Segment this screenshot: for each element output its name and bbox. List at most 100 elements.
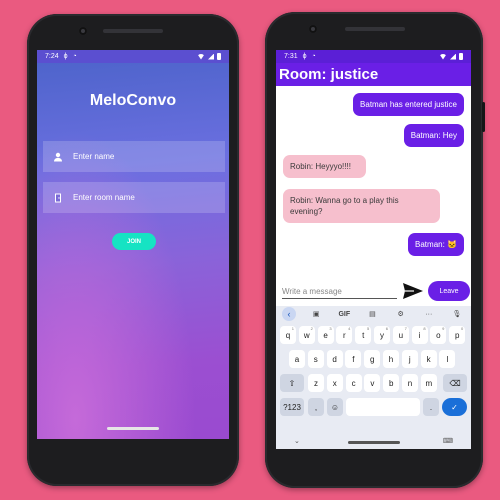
status-bar: 7:24 ϕ ◔ bbox=[37, 50, 229, 63]
notification-icon: ϕ bbox=[63, 53, 68, 60]
key-f[interactable]: f bbox=[345, 350, 362, 368]
key-hint: 5 bbox=[366, 326, 370, 331]
home-indicator[interactable] bbox=[107, 427, 159, 430]
leave-button[interactable]: Leave bbox=[428, 281, 470, 301]
message-bubble-received: Robin: Heyyyo!!!! bbox=[283, 155, 366, 178]
key-m[interactable]: m bbox=[420, 374, 437, 392]
key-y[interactable]: y6 bbox=[374, 326, 390, 344]
key-q[interactable]: q1 bbox=[280, 326, 296, 344]
status-bar: 7:31 ϕ ◔ bbox=[276, 50, 471, 63]
key-p[interactable]: p0 bbox=[449, 326, 466, 344]
shift-icon[interactable]: ⇧ bbox=[280, 374, 304, 392]
key-c[interactable]: c bbox=[345, 374, 362, 392]
notification-icon: ϕ bbox=[302, 53, 307, 60]
key-h[interactable]: h bbox=[383, 350, 399, 368]
message-bubble-sent: Batman: 🐱 bbox=[408, 233, 464, 256]
period-key[interactable]: . bbox=[423, 398, 439, 416]
key-hint: 3 bbox=[329, 326, 332, 331]
message-bubble-received: Robin: Wanna go to a play this evening? bbox=[283, 189, 440, 223]
more-options-button[interactable]: ··· bbox=[421, 308, 437, 321]
key-hint: 0 bbox=[460, 326, 464, 331]
clipboard-icon[interactable]: ▤ bbox=[364, 308, 380, 321]
key-r[interactable]: r4 bbox=[336, 326, 353, 344]
keyboard-row-3: ⇧ z x c v b n m ⌫ bbox=[276, 374, 471, 395]
key-t[interactable]: t5 bbox=[355, 326, 372, 344]
key-d[interactable]: d bbox=[326, 350, 343, 368]
room-title: Room: justice bbox=[276, 63, 471, 86]
microphone-icon[interactable]: 🎙 bbox=[449, 308, 465, 321]
gear-icon[interactable]: ⚙ bbox=[393, 308, 409, 321]
room-input[interactable] bbox=[73, 193, 213, 202]
chat-screen: 7:31 ϕ ◔ Room: justice Batman has entere… bbox=[276, 50, 471, 449]
chevron-down-icon[interactable]: ⌄ bbox=[294, 437, 300, 445]
message-input[interactable] bbox=[282, 285, 397, 299]
send-icon[interactable] bbox=[402, 282, 424, 300]
chevron-left-icon[interactable]: ‹ bbox=[282, 307, 296, 321]
key-s[interactable]: s bbox=[307, 350, 324, 368]
key-hint: 6 bbox=[385, 326, 388, 331]
name-field[interactable] bbox=[43, 141, 225, 172]
door-icon bbox=[43, 193, 73, 203]
message-list[interactable]: Batman has entered justice Batman: Hey R… bbox=[276, 86, 471, 294]
key-i[interactable]: i8 bbox=[411, 326, 428, 344]
keyboard-row-1: q1w2e3r4t5y6u7i8o9p0 bbox=[276, 326, 471, 347]
wifi-icon bbox=[197, 53, 205, 60]
earpiece-speaker bbox=[345, 27, 405, 31]
compose-bar: Leave bbox=[276, 279, 471, 307]
key-hint: 4 bbox=[348, 326, 351, 331]
status-time: 7:24 bbox=[45, 53, 59, 60]
soft-keyboard: ‹ ▣ GIF ▤ ⚙ ··· 🎙 q1w2e3r4t5y6u7i8o9p0 a… bbox=[276, 306, 471, 449]
home-indicator[interactable] bbox=[348, 441, 400, 444]
key-z[interactable]: z bbox=[308, 374, 324, 392]
key-hint: 8 bbox=[423, 326, 426, 331]
key-hint: 7 bbox=[404, 326, 407, 331]
key-b[interactable]: b bbox=[383, 374, 400, 392]
backspace-icon[interactable]: ⌫ bbox=[443, 374, 467, 392]
keyboard-row-4: ?123, ☺. ✓ bbox=[276, 398, 471, 419]
key-x[interactable]: x bbox=[326, 374, 343, 392]
keyboard-toolbar: ‹ ▣ GIF ▤ ⚙ ··· 🎙 bbox=[276, 306, 471, 322]
battery-icon bbox=[217, 53, 221, 60]
key-hint: 2 bbox=[310, 326, 313, 331]
key-l[interactable]: l bbox=[439, 350, 456, 368]
front-camera-icon bbox=[309, 25, 317, 33]
battery-icon bbox=[459, 53, 463, 60]
name-input[interactable] bbox=[73, 152, 213, 161]
app-title: MeloConvo bbox=[89, 92, 177, 109]
key-g[interactable]: g bbox=[364, 350, 381, 368]
key-hint: 9 bbox=[442, 326, 445, 331]
emoji-icon[interactable]: ☺ bbox=[327, 398, 343, 416]
earpiece-speaker bbox=[103, 29, 163, 33]
symbols-key[interactable]: ?123 bbox=[280, 398, 304, 416]
key-hint: 1 bbox=[291, 326, 294, 331]
sticker-icon[interactable]: ▣ bbox=[308, 308, 324, 321]
keyboard-row-2: asdfghjkl bbox=[276, 350, 471, 371]
comma-key[interactable]: , bbox=[308, 398, 324, 416]
gif-button[interactable]: GIF bbox=[336, 308, 352, 321]
key-j[interactable]: j bbox=[401, 350, 418, 368]
key-a[interactable]: a bbox=[289, 350, 305, 368]
key-w[interactable]: w2 bbox=[298, 326, 315, 344]
keyboard-switch-icon[interactable]: ⌨ bbox=[443, 437, 453, 445]
message-bubble-sent: Batman: Hey bbox=[403, 124, 464, 147]
message-bubble-sent: Batman has entered justice bbox=[353, 93, 464, 116]
spacebar[interactable] bbox=[346, 398, 420, 416]
key-o[interactable]: o9 bbox=[430, 326, 447, 344]
side-button bbox=[482, 102, 485, 132]
key-u[interactable]: u7 bbox=[392, 326, 409, 344]
wifi-icon bbox=[439, 53, 447, 60]
signal-icon bbox=[208, 53, 214, 60]
key-n[interactable]: n bbox=[402, 374, 418, 392]
key-e[interactable]: e3 bbox=[317, 326, 334, 344]
status-time: 7:31 bbox=[284, 53, 298, 60]
key-k[interactable]: k bbox=[420, 350, 437, 368]
front-camera-icon bbox=[79, 27, 87, 35]
join-button[interactable]: JOIN bbox=[112, 233, 156, 250]
sync-icon: ◔ bbox=[311, 53, 316, 60]
key-v[interactable]: v bbox=[364, 374, 381, 392]
person-icon bbox=[43, 152, 73, 162]
enter-check-icon[interactable]: ✓ bbox=[442, 398, 467, 416]
login-screen: 7:24 ϕ ◔ MeloConvo JOIN bbox=[37, 50, 229, 439]
room-field[interactable] bbox=[43, 182, 225, 213]
sync-icon: ◔ bbox=[72, 53, 77, 60]
